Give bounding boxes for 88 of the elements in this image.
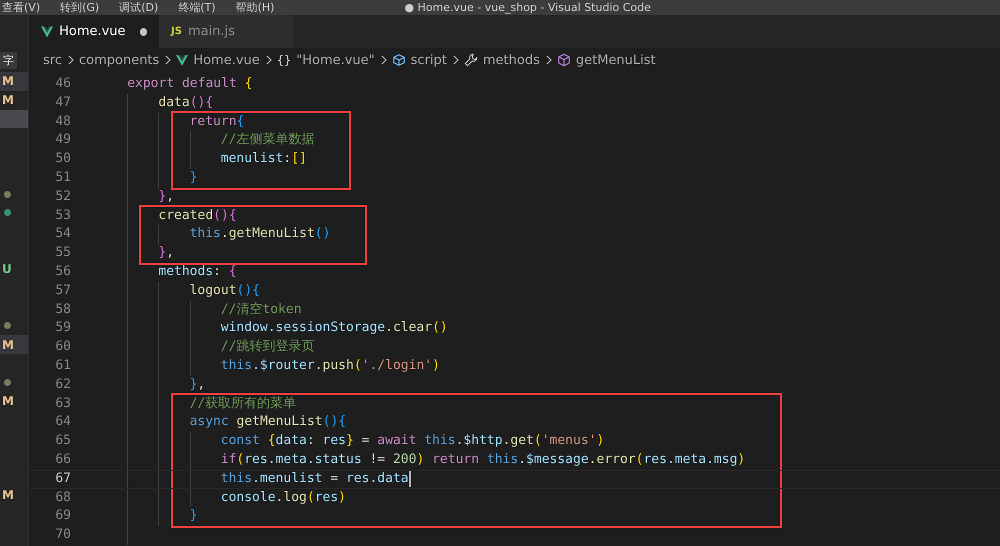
code-line: this.$router.push('./login') <box>220 356 440 375</box>
code-line: if(res.meta.status != 200) return this.$message.error(res.meta.msg) <box>220 450 746 469</box>
vue-logo-icon <box>41 26 54 38</box>
code-line: logout(){ <box>190 282 260 300</box>
git-status-letter: U <box>2 262 12 276</box>
menu-item[interactable]: 帮助(H) <box>236 0 274 15</box>
code-line: console.log(res) <box>220 488 346 507</box>
line-number: 68 <box>54 488 71 507</box>
breadcrumb-item[interactable]: src <box>43 52 62 68</box>
line-number: 55 <box>54 244 71 262</box>
git-status-letter: M <box>2 488 14 502</box>
wrench-icon <box>464 53 478 67</box>
breadcrumb-item[interactable]: script <box>392 52 447 68</box>
explorer-row[interactable]: M <box>0 72 28 91</box>
git-status-letter: M <box>2 338 14 352</box>
code-line: window.sessionStorage.clear() <box>220 319 448 338</box>
line-number: 70 <box>54 526 71 544</box>
chevron-icon <box>164 55 172 65</box>
line-number: 67 <box>54 470 71 488</box>
line-number: 46 <box>54 75 71 93</box>
editor-tab[interactable]: Home.vue <box>29 15 159 48</box>
menu-item[interactable]: 查看(V) <box>2 0 40 15</box>
menu-item[interactable]: 调试(D) <box>119 0 158 15</box>
cube-icon <box>556 53 571 67</box>
chevron-icon <box>544 55 552 65</box>
line-number: 48 <box>54 112 71 131</box>
git-status-letter: M <box>2 74 14 88</box>
breadcrumb-item[interactable]: components <box>78 52 160 68</box>
code-line: created(){ <box>158 206 237 225</box>
line-number: 61 <box>54 356 71 375</box>
line-number: 56 <box>54 262 71 281</box>
line-number: 47 <box>54 94 71 112</box>
code-line: //跳转到登录页 <box>220 338 314 356</box>
code-line: this.menulist = res.data <box>220 470 409 488</box>
code-line: this.getMenuList() <box>190 225 330 244</box>
breadcrumb-item[interactable]: Home.vue <box>176 52 260 68</box>
code-line: //清空token <box>220 300 302 319</box>
chevron-icon <box>380 55 387 65</box>
line-number: 64 <box>54 413 71 432</box>
line-number: 65 <box>54 432 71 450</box>
chevron-icon <box>452 55 459 65</box>
explorer-row[interactable] <box>0 110 28 128</box>
breadcrumb-item[interactable]: {} "Home.vue" <box>276 52 375 68</box>
code-line: } <box>190 168 198 187</box>
line-number: 60 <box>54 338 71 356</box>
code-line: }, <box>158 188 174 206</box>
line-number: 49 <box>54 131 71 150</box>
code-line: } <box>190 507 198 526</box>
code-line: data(){ <box>158 94 214 112</box>
line-number: 51 <box>54 168 71 187</box>
code-line: methods: { <box>158 262 237 281</box>
braces-icon: {} <box>276 53 292 67</box>
explorer-row[interactable]: M <box>0 335 28 354</box>
code-line: }, <box>158 244 174 262</box>
git-status-letter: M <box>2 93 14 108</box>
menu-item[interactable]: 终端(T) <box>178 0 216 15</box>
js-file-icon: JS <box>171 26 182 37</box>
code-line: return{ <box>190 112 244 131</box>
line-number: 53 <box>54 206 71 225</box>
line-number: 57 <box>54 282 71 300</box>
code-line: const {data: res} = await this.$http.get('menus') <box>220 432 604 450</box>
line-number: 63 <box>54 394 71 413</box>
box-icon <box>392 53 406 67</box>
line-number: 59 <box>54 319 71 338</box>
menu-item[interactable]: 转到(G) <box>60 0 100 15</box>
breadcrumb-item[interactable]: getMenuList <box>556 52 656 68</box>
vue-logo-icon <box>176 54 188 66</box>
code-line: export default { <box>127 75 252 93</box>
text-cursor <box>408 471 411 488</box>
editor-tab[interactable]: JS main.js <box>159 15 293 48</box>
line-number: 50 <box>54 150 71 168</box>
line-number: 52 <box>54 188 71 206</box>
line-number: 66 <box>54 450 71 469</box>
code-line: //左侧菜单数据 <box>220 131 314 150</box>
code-line: menulist:[] <box>220 150 307 168</box>
window-title: ● Home.vue - vue_shop - Visual Studio Code <box>404 0 651 15</box>
line-number: 54 <box>54 225 71 244</box>
breadcrumb-item[interactable]: methods <box>464 52 540 68</box>
line-number: 58 <box>54 300 71 319</box>
line-number: 62 <box>54 376 71 394</box>
line-number: 69 <box>54 507 71 526</box>
explorer-label: 字 <box>0 52 17 68</box>
code-line: async getMenuList(){ <box>190 413 346 432</box>
chevron-icon <box>66 55 74 65</box>
chevron-icon <box>264 55 272 65</box>
git-status-letter: M <box>2 394 14 408</box>
code-line: //获取所有的菜单 <box>190 394 296 413</box>
code-line: }, <box>190 376 206 394</box>
